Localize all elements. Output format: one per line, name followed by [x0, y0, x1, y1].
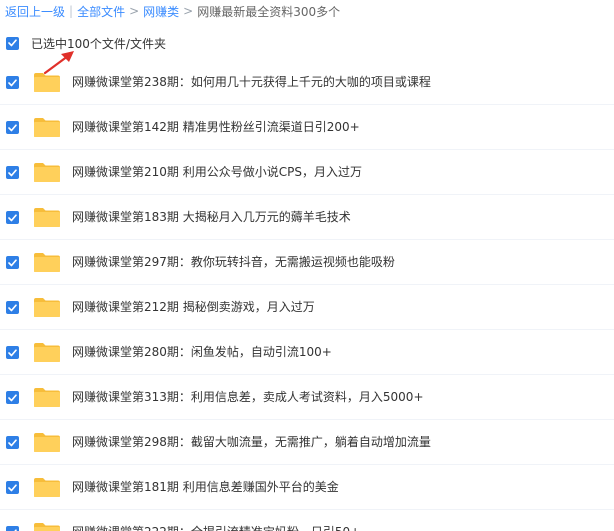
folder-icon: [34, 433, 60, 452]
selection-bar: 已选中100个文件/文件夹: [6, 34, 166, 52]
file-list: 网赚微课堂第238期：如何用几十元获得上千元的大咖的项目或课程 网赚微课堂第14…: [0, 60, 614, 531]
row-checkbox[interactable]: [6, 301, 19, 314]
breadcrumb-arrow-icon: >: [129, 4, 140, 18]
check-icon: [8, 348, 17, 356]
file-row[interactable]: 网赚微课堂第313期：利用信息差，卖成人考试资料，月入5000+: [0, 375, 614, 420]
check-icon: [8, 483, 17, 491]
file-row[interactable]: 网赚微课堂第238期：如何用几十元获得上千元的大咖的项目或课程: [0, 60, 614, 105]
row-checkbox[interactable]: [6, 76, 19, 89]
back-link[interactable]: 返回上一级: [5, 3, 65, 20]
file-row[interactable]: 网赚微课堂第181期 利用信息差赚国外平台的美金: [0, 465, 614, 510]
current-folder-label: 网赚最新最全资料300多个: [197, 4, 341, 19]
breadcrumb-arrow-icon: >: [183, 4, 194, 18]
file-name[interactable]: 网赚微课堂第297期：教你玩转抖音，无需搬运视频也能吸粉: [72, 254, 395, 270]
file-row[interactable]: 网赚微课堂第183期 大揭秘月入几万元的薅羊毛技术: [0, 195, 614, 240]
breadcrumb: 返回上一级 | 全部文件 > 网赚类 > 网赚最新最全资料300多个: [5, 2, 340, 20]
breadcrumb-separator: |: [69, 4, 74, 18]
select-all-checkbox[interactable]: [6, 36, 19, 50]
check-icon: [8, 168, 17, 176]
row-checkbox[interactable]: [6, 391, 19, 404]
check-icon: [8, 438, 17, 446]
folder-icon: [34, 73, 60, 92]
folder-icon: [34, 478, 60, 497]
row-checkbox[interactable]: [6, 256, 19, 269]
folder-icon: [34, 523, 60, 531]
file-name[interactable]: 网赚微课堂第313期：利用信息差，卖成人考试资料，月入5000+: [72, 389, 424, 405]
row-checkbox[interactable]: [6, 166, 19, 179]
file-name[interactable]: 网赚微课堂第181期 利用信息差赚国外平台的美金: [72, 479, 339, 495]
check-icon: [8, 123, 17, 131]
row-checkbox[interactable]: [6, 436, 19, 449]
file-name[interactable]: 网赚微课堂第212期 揭秘倒卖游戏，月入过万: [72, 299, 315, 315]
check-icon: [8, 393, 17, 401]
folder-icon: [34, 343, 60, 362]
file-row[interactable]: 网赚微课堂第210期 利用公众号做小说CPS，月入过万: [0, 150, 614, 195]
check-icon: [8, 213, 17, 221]
row-checkbox[interactable]: [6, 481, 19, 494]
row-checkbox[interactable]: [6, 346, 19, 359]
folder-icon: [34, 208, 60, 227]
file-row[interactable]: 网赚微课堂第212期 揭秘倒卖游戏，月入过万: [0, 285, 614, 330]
file-row[interactable]: 网赚微课堂第142期 精准男性粉丝引流渠道日引200+: [0, 105, 614, 150]
file-name[interactable]: 网赚微课堂第142期 精准男性粉丝引流渠道日引200+: [72, 119, 360, 135]
file-row[interactable]: 网赚微课堂第280期：闲鱼发帖，自动引流100+: [0, 330, 614, 375]
check-icon: [8, 303, 17, 311]
parent-folder-link[interactable]: 网赚类: [143, 3, 179, 20]
row-checkbox[interactable]: [6, 526, 19, 531]
file-row[interactable]: 网赚微课堂第222期：全揭引流精准宝妈粉，日引50+: [0, 510, 614, 531]
file-row[interactable]: 网赚微课堂第297期：教你玩转抖音，无需搬运视频也能吸粉: [0, 240, 614, 285]
folder-icon: [34, 163, 60, 182]
check-icon: [8, 78, 17, 86]
check-icon: [8, 39, 17, 47]
file-row[interactable]: 网赚微课堂第298期：截留大咖流量，无需推广，躺着自动增加流量: [0, 420, 614, 465]
file-browser: 返回上一级 | 全部文件 > 网赚类 > 网赚最新最全资料300多个 已选中10…: [0, 0, 614, 531]
row-checkbox[interactable]: [6, 121, 19, 134]
file-name[interactable]: 网赚微课堂第183期 大揭秘月入几万元的薅羊毛技术: [72, 209, 351, 225]
check-icon: [8, 258, 17, 266]
file-name[interactable]: 网赚微课堂第298期：截留大咖流量，无需推广，躺着自动增加流量: [72, 434, 431, 450]
folder-icon: [34, 388, 60, 407]
row-checkbox[interactable]: [6, 211, 19, 224]
folder-icon: [34, 298, 60, 317]
file-name[interactable]: 网赚微课堂第280期：闲鱼发帖，自动引流100+: [72, 344, 332, 360]
folder-icon: [34, 118, 60, 137]
file-name[interactable]: 网赚微课堂第238期：如何用几十元获得上千元的大咖的项目或课程: [72, 74, 431, 90]
folder-icon: [34, 253, 60, 272]
all-files-link[interactable]: 全部文件: [77, 3, 125, 20]
file-name[interactable]: 网赚微课堂第222期：全揭引流精准宝妈粉，日引50+: [72, 524, 360, 531]
file-name[interactable]: 网赚微课堂第210期 利用公众号做小说CPS，月入过万: [72, 164, 362, 180]
